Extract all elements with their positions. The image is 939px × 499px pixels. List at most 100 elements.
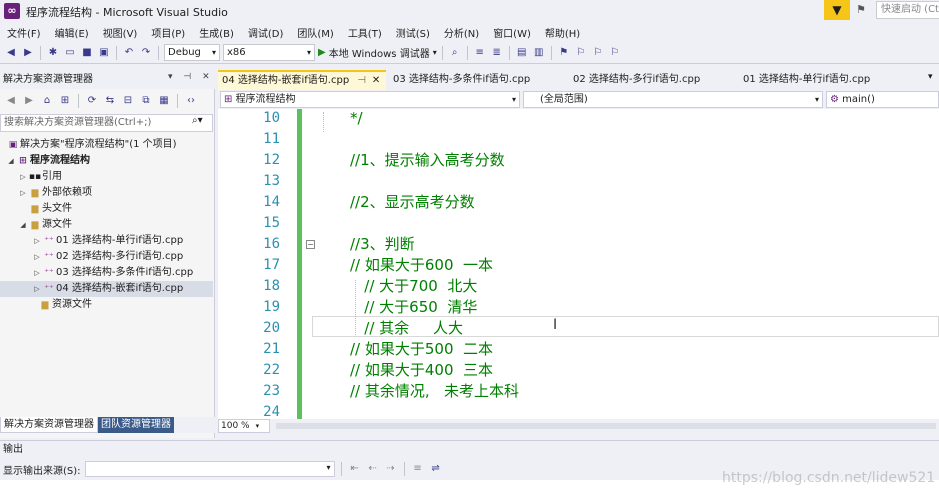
menu-build[interactable]: 生成(B) (192, 25, 241, 40)
project-node[interactable]: ◢ ⊞ 程序流程结构 (0, 153, 213, 169)
next-bookmark-icon[interactable]: ⚐ (591, 46, 605, 60)
tab-solution-explorer[interactable]: 解决方案资源管理器 (0, 417, 98, 433)
collapsed-arrow-icon[interactable]: ▷ (18, 169, 28, 185)
pin-icon[interactable]: ⊣ (357, 75, 366, 86)
find-message-icon[interactable]: ⇤ (348, 462, 362, 476)
tab-document[interactable]: 01 选择结构-单行if语句.cpp (739, 70, 909, 90)
tab-team-explorer[interactable]: 团队资源管理器 (98, 417, 174, 433)
nav-scope-value: (全局范围) (540, 94, 588, 105)
menu-debug[interactable]: 调试(D) (241, 25, 291, 40)
menu-project[interactable]: 项目(P) (144, 25, 192, 40)
expanded-arrow-icon[interactable]: ◢ (18, 217, 28, 233)
source-files-node[interactable]: ◢ ▆ 源文件 (0, 217, 213, 233)
show-all-files-icon[interactable]: ⧉ (139, 94, 153, 108)
menu-analyze[interactable]: 分析(N) (437, 25, 486, 40)
save-all-icon[interactable]: ▣ (97, 46, 111, 60)
switch-views-icon[interactable]: ⊞ (58, 94, 72, 108)
close-icon[interactable]: ✕ (372, 75, 380, 86)
horizontal-scrollbar[interactable] (276, 423, 936, 429)
code-editor[interactable] (218, 109, 939, 419)
tab-active-document[interactable]: 04 选择结构-嵌套if语句.cpp ⊣ ✕ (218, 70, 386, 90)
redo-icon[interactable]: ↷ (139, 46, 153, 60)
chevron-down-icon: ▾ (814, 95, 819, 104)
clear-bookmarks-icon[interactable]: ⚐ (608, 46, 622, 60)
home-icon[interactable]: ⌂ (40, 94, 54, 108)
code-line: // 其余情况, 未考上本科 (350, 382, 519, 400)
member-nav-combo[interactable]: ⚙ main() (826, 91, 939, 108)
platform-select[interactable]: x86 ▾ (223, 44, 315, 61)
clear-all-icon[interactable]: ≡ (411, 462, 425, 476)
feedback-icon[interactable]: ⚑ (856, 3, 866, 16)
uncomment-icon[interactable]: ▥ (532, 46, 546, 60)
bookmark-icon[interactable]: ⚑ (557, 46, 571, 60)
solution-search-input[interactable]: 搜索解决方案资源管理器(Ctrl+;) (0, 114, 213, 132)
collapsed-arrow-icon[interactable]: ▷ (32, 265, 42, 281)
history-icon[interactable]: ⟳ (85, 94, 99, 108)
panel-window-controls[interactable]: ▾ ⊣ ✕ (168, 72, 214, 82)
prev-message-icon[interactable]: ⇠ (366, 462, 380, 476)
comment-icon[interactable]: ▤ (515, 46, 529, 60)
collapsed-arrow-icon[interactable]: ▷ (18, 185, 28, 201)
properties-icon[interactable]: ▦ (157, 94, 171, 108)
word-wrap-icon[interactable]: ⇌ (429, 462, 443, 476)
save-icon[interactable]: ■ (80, 46, 94, 60)
resource-files-node[interactable]: ▆ 资源文件 (0, 297, 213, 313)
cpp-file-icon: ⁺⁺ (44, 236, 54, 246)
start-debugging-button[interactable]: ▶ 本地 Windows 调试器 ▾ (318, 45, 437, 60)
next-message-icon[interactable]: ⇢ (384, 462, 398, 476)
menu-window[interactable]: 窗口(W) (486, 25, 538, 40)
indent-icon[interactable]: ≡ (473, 46, 487, 60)
menu-file[interactable]: 文件(F) (0, 25, 48, 40)
menu-edit[interactable]: 编辑(E) (48, 25, 96, 40)
menu-test[interactable]: 测试(S) (389, 25, 437, 40)
filter-folder-icon: ▆ (31, 204, 39, 214)
sync-icon[interactable]: ⇆ (103, 94, 117, 108)
solution-node[interactable]: ▣ 解决方案"程序流程结构"(1 个项目) (0, 137, 213, 153)
collapsed-arrow-icon[interactable]: ▷ (32, 233, 42, 249)
tab-document[interactable]: 03 选择结构-多条件if语句.cpp (389, 70, 559, 90)
outline-collapse-icon[interactable]: − (306, 240, 315, 249)
references-node[interactable]: ▷ ▪▪引用 (0, 169, 213, 185)
source-file-item[interactable]: ▷ ⁺⁺ 01 选择结构-单行if语句.cpp (0, 233, 213, 249)
collapsed-arrow-icon[interactable]: ▷ (32, 249, 42, 265)
code-view-icon[interactable]: ‹› (184, 94, 198, 108)
prev-bookmark-icon[interactable]: ⚐ (574, 46, 588, 60)
source-file-item[interactable]: ▷ ⁺⁺ 02 选择结构-多行if语句.cpp (0, 249, 213, 265)
cpp-file-icon: ⁺⁺ (44, 284, 54, 294)
external-deps-node[interactable]: ▷ ▆ 外部依赖项 (0, 185, 213, 201)
tab-list-dropdown-icon[interactable]: ▾ (928, 72, 933, 82)
quick-launch-input[interactable]: 快速启动 (Ct (876, 1, 939, 19)
line-number: 20 (263, 320, 280, 336)
header-files-node[interactable]: ▆ 头文件 (0, 201, 213, 217)
undo-icon[interactable]: ↶ (122, 46, 136, 60)
collapsed-arrow-icon[interactable]: ▷ (32, 281, 42, 297)
source-file-item-selected[interactable]: ▷ ⁺⁺ 04 选择结构-嵌套if语句.cpp (0, 281, 213, 297)
find-icon[interactable]: ⌕ (448, 46, 462, 60)
forward-icon[interactable]: ▶ (22, 94, 36, 108)
open-file-icon[interactable]: ▭ (63, 46, 77, 60)
forward-icon[interactable]: ▶ (21, 46, 35, 60)
menu-tools[interactable]: 工具(T) (341, 25, 389, 40)
configuration-select[interactable]: Debug ▾ (164, 44, 220, 61)
outdent-icon[interactable]: ≣ (490, 46, 504, 60)
source-file-item[interactable]: ▷ ⁺⁺ 03 选择结构-多条件if语句.cpp (0, 265, 213, 281)
zoom-select[interactable]: 100 % ▾ (218, 419, 270, 433)
back-icon[interactable]: ◀ (4, 46, 18, 60)
search-icon[interactable]: ⌕▾ (192, 115, 203, 126)
output-source-select[interactable]: ▾ (84, 461, 335, 477)
collapse-all-icon[interactable]: ⊟ (121, 94, 135, 108)
menu-help[interactable]: 帮助(H) (538, 25, 587, 40)
menu-team[interactable]: 团队(M) (290, 25, 340, 40)
tab-document[interactable]: 02 选择结构-多行if语句.cpp (569, 70, 739, 90)
menu-view[interactable]: 视图(V) (96, 25, 145, 40)
notification-filter-icon[interactable]: ▼ (824, 0, 850, 20)
project-nav-combo[interactable]: ⊞ 程序流程结构 ▾ (220, 91, 520, 108)
expanded-arrow-icon[interactable]: ◢ (6, 153, 16, 169)
back-icon[interactable]: ◀ (4, 94, 18, 108)
scope-nav-combo[interactable]: (全局范围) ▾ (523, 91, 823, 108)
configuration-value: Debug (168, 47, 201, 58)
line-number: 18 (263, 278, 280, 294)
new-project-icon[interactable]: ✱ (46, 46, 60, 60)
tab-label: 01 选择结构-单行if语句.cpp (743, 74, 871, 85)
cpp-file-icon: ⁺⁺ (44, 252, 54, 262)
